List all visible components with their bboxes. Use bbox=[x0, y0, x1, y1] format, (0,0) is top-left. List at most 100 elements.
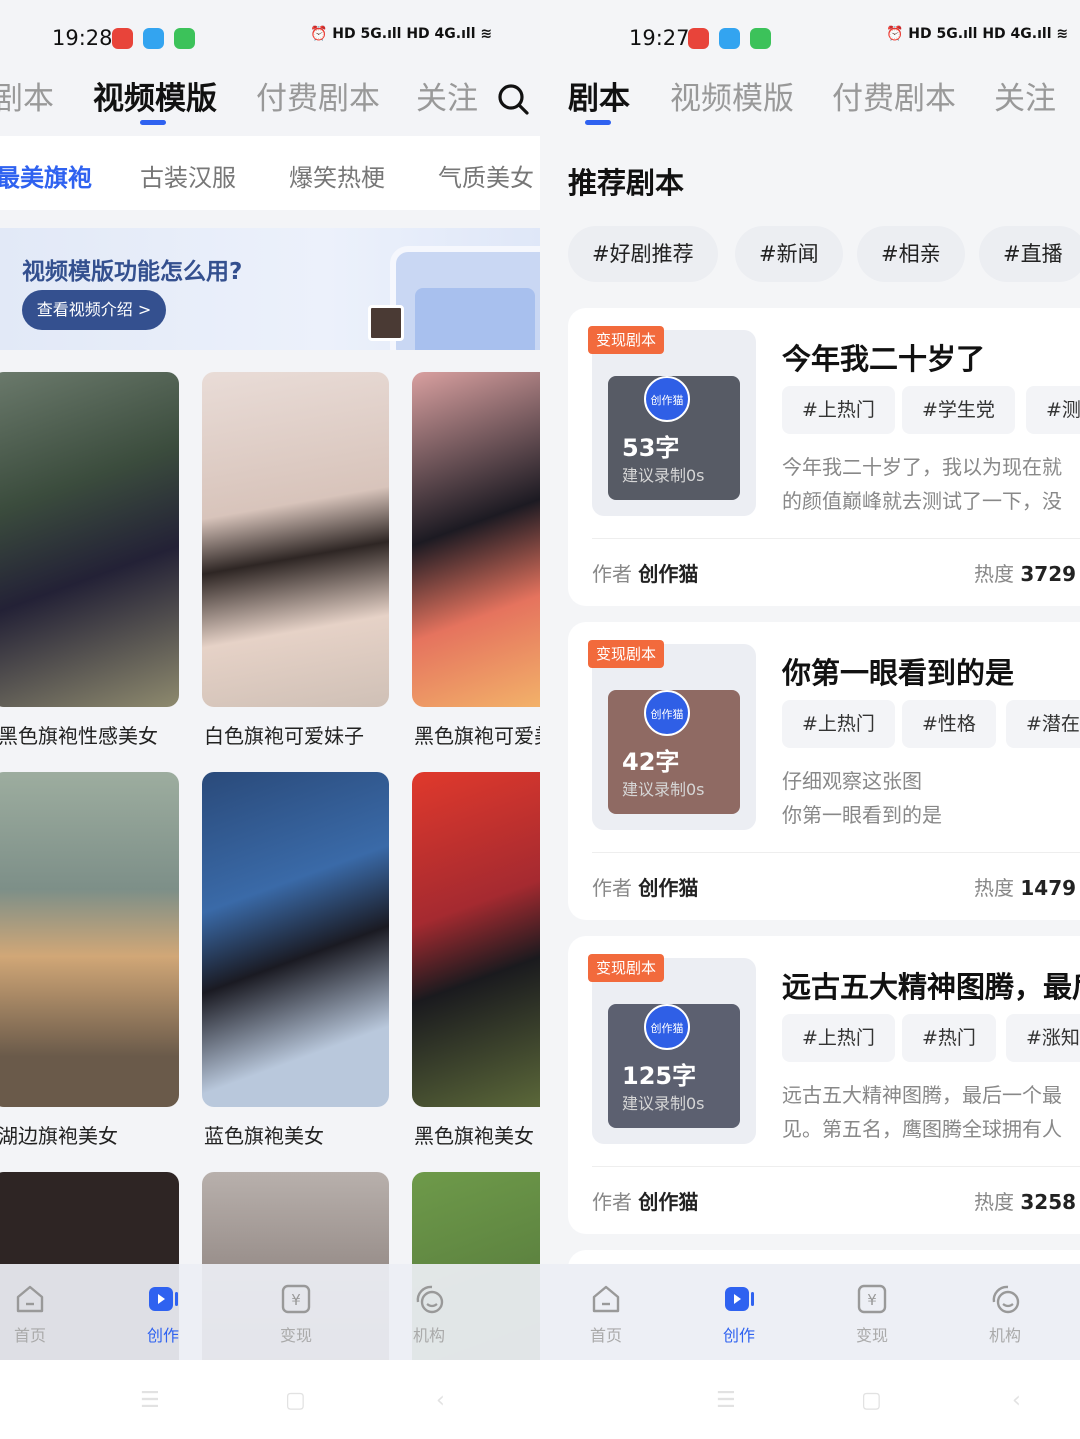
category-funny[interactable]: 爆笑热梗 bbox=[289, 158, 385, 193]
svg-text:¥: ¥ bbox=[867, 1291, 877, 1309]
home-icon bbox=[592, 1285, 620, 1313]
script-tag[interactable]: #学生党 bbox=[902, 386, 1015, 434]
chip-dating[interactable]: #相亲 bbox=[857, 226, 965, 282]
category-hanfu[interactable]: 古装汉服 bbox=[140, 158, 236, 193]
status-bar: 19:27 ⏰ HD 5G.ıll HD 4G.ıll ≋ bbox=[540, 0, 1080, 80]
view-intro-button[interactable]: 查看视频介绍 > bbox=[22, 290, 166, 330]
record-hint: 建议录制0s bbox=[622, 780, 705, 799]
tab-follow[interactable]: 关注 bbox=[994, 78, 1056, 120]
script-heat: 热度 1479 bbox=[974, 876, 1077, 900]
top-tabs: 剧本 视频模版 付费剧本 关注 bbox=[540, 78, 1080, 128]
divider bbox=[592, 1166, 1080, 1167]
category-qipao[interactable]: 最美旗袍 bbox=[0, 158, 92, 193]
script-tag[interactable]: #上热门 bbox=[782, 386, 895, 434]
category-bar: 最美旗袍 古装汉服 爆笑热梗 气质美女 bbox=[0, 136, 540, 210]
script-tag[interactable]: #潜在性 bbox=[1006, 700, 1080, 748]
script-tag[interactable]: #测试 bbox=[1026, 386, 1080, 434]
menu-icon[interactable]: ☰ bbox=[716, 1388, 736, 1413]
script-author: 作者 创作猫 bbox=[592, 562, 699, 586]
template-card[interactable] bbox=[412, 372, 540, 707]
nav-agency[interactable]: 机构 bbox=[965, 1282, 1045, 1346]
record-hint: 建议录制0s bbox=[622, 466, 705, 485]
script-thumbnail: 125字 建议录制0s 创作猫 bbox=[592, 958, 756, 1144]
tab-follow[interactable]: 关注 bbox=[416, 78, 478, 120]
word-count: 125字 bbox=[622, 1062, 697, 1090]
script-card[interactable]: 42字 建议录制0s 创作猫 变现剧本 你第一眼看到的是 #上热门 #性格 #潜… bbox=[568, 622, 1080, 920]
tab-scripts[interactable]: 剧本 bbox=[0, 78, 54, 120]
recommended-scripts-screen: 19:27 ⏰ HD 5G.ıll HD 4G.ıll ≋ 剧本 视频模版 付费… bbox=[540, 0, 1080, 1439]
script-tag[interactable]: #涨知识 bbox=[1006, 1014, 1080, 1062]
video-camera-icon bbox=[149, 1287, 178, 1311]
nav-create[interactable]: 创作 bbox=[123, 1282, 203, 1346]
script-card[interactable]: 125字 建议录制0s 创作猫 变现剧本 远古五大精神图腾，最后 #上热门 #热… bbox=[568, 936, 1080, 1234]
template-card[interactable] bbox=[0, 772, 179, 1107]
nav-create[interactable]: 创作 bbox=[699, 1282, 779, 1346]
nav-agency[interactable]: 机构 bbox=[389, 1282, 469, 1346]
status-time: 19:27 bbox=[629, 26, 690, 50]
status-time: 19:28 bbox=[52, 26, 113, 50]
yuan-icon: ¥ bbox=[281, 1284, 311, 1314]
home-square-icon[interactable]: ▢ bbox=[285, 1388, 306, 1413]
app-notification-icon bbox=[174, 28, 195, 49]
script-tag[interactable]: #上热门 bbox=[782, 1014, 895, 1062]
intro-banner[interactable]: 视频模版功能怎么用? 查看视频介绍 > bbox=[0, 228, 540, 350]
app-notification-icon bbox=[688, 28, 709, 49]
chip-news[interactable]: #新闻 bbox=[735, 226, 843, 282]
system-nav-bar: ☰ ▢ ‹ bbox=[540, 1360, 1080, 1439]
active-tab-indicator bbox=[140, 120, 166, 125]
status-bar: 19:28 ⏰ HD 5G.ıll HD 4G.ıll ≋ bbox=[0, 0, 540, 80]
monetize-badge: 变现剧本 bbox=[588, 640, 665, 668]
word-count: 53字 bbox=[622, 434, 680, 462]
active-tab-indicator bbox=[585, 120, 611, 125]
template-card-label: 湖边旗袍美女 bbox=[0, 1124, 118, 1148]
bottom-nav: 首页 创作 ¥ 变现 机构 bbox=[0, 1264, 540, 1360]
home-square-icon[interactable]: ▢ bbox=[861, 1388, 882, 1413]
creator-logo: 创作猫 bbox=[644, 690, 690, 736]
nav-monetize[interactable]: ¥ 变现 bbox=[832, 1282, 912, 1346]
nav-monetize[interactable]: ¥ 变现 bbox=[256, 1282, 336, 1346]
script-heat: 热度 3729 bbox=[974, 562, 1077, 586]
banner-title: 视频模版功能怎么用? bbox=[22, 259, 243, 285]
app-notification-icon bbox=[719, 28, 740, 49]
tab-video-templates[interactable]: 视频模版 bbox=[670, 78, 794, 120]
script-description: 远古五大精神图腾，最后一个最 见。第五名，鹰图腾全球拥有人 bbox=[782, 1083, 1062, 1141]
divider bbox=[592, 852, 1080, 853]
script-card[interactable]: 53字 建议录制0s 创作猫 变现剧本 今年我二十岁了 #上热门 #学生党 #测… bbox=[568, 308, 1080, 606]
record-hint: 建议录制0s bbox=[622, 1094, 705, 1113]
monetize-badge: 变现剧本 bbox=[588, 326, 665, 354]
nav-home[interactable]: 首页 bbox=[0, 1282, 70, 1346]
chip-good-drama[interactable]: #好剧推荐 bbox=[568, 226, 718, 282]
status-indicators: ⏰ HD 5G.ıll HD 4G.ıll ≋ bbox=[310, 26, 493, 42]
section-title: 推荐剧本 bbox=[568, 166, 685, 200]
search-icon[interactable] bbox=[496, 82, 530, 116]
menu-icon[interactable]: ☰ bbox=[140, 1388, 160, 1413]
template-card-label: 黑色旗袍性感美女 bbox=[0, 724, 158, 748]
template-card[interactable] bbox=[202, 772, 389, 1107]
template-card[interactable] bbox=[412, 772, 540, 1107]
template-card-label: 黑色旗袍可爱美 bbox=[414, 724, 540, 748]
system-nav-bar: ☰ ▢ ‹ bbox=[0, 1360, 540, 1439]
chip-live[interactable]: #直播 bbox=[979, 226, 1080, 282]
back-icon[interactable]: ‹ bbox=[436, 1388, 445, 1413]
yuan-icon: ¥ bbox=[857, 1284, 887, 1314]
divider bbox=[592, 538, 1080, 539]
template-card[interactable] bbox=[0, 372, 179, 707]
tab-paid-scripts[interactable]: 付费剧本 bbox=[832, 78, 956, 120]
category-elegant[interactable]: 气质美女 bbox=[438, 158, 534, 193]
nav-home[interactable]: 首页 bbox=[566, 1282, 646, 1346]
app-notification-icon bbox=[750, 28, 771, 49]
script-tag[interactable]: #热门 bbox=[902, 1014, 996, 1062]
back-icon[interactable]: ‹ bbox=[1012, 1388, 1021, 1413]
script-tag[interactable]: #性格 bbox=[902, 700, 996, 748]
tab-video-templates[interactable]: 视频模版 bbox=[93, 78, 217, 120]
word-count: 42字 bbox=[622, 748, 680, 776]
script-thumbnail: 42字 建议录制0s 创作猫 bbox=[592, 644, 756, 830]
script-title: 今年我二十岁了 bbox=[782, 342, 986, 376]
tab-paid-scripts[interactable]: 付费剧本 bbox=[256, 78, 380, 120]
script-title: 远古五大精神图腾，最后 bbox=[782, 970, 1080, 1004]
app-notification-icon bbox=[143, 28, 164, 49]
template-card[interactable] bbox=[202, 372, 389, 707]
tab-scripts[interactable]: 剧本 bbox=[568, 78, 630, 120]
script-tag[interactable]: #上热门 bbox=[782, 700, 895, 748]
banner-avatar-thumb bbox=[368, 305, 404, 341]
